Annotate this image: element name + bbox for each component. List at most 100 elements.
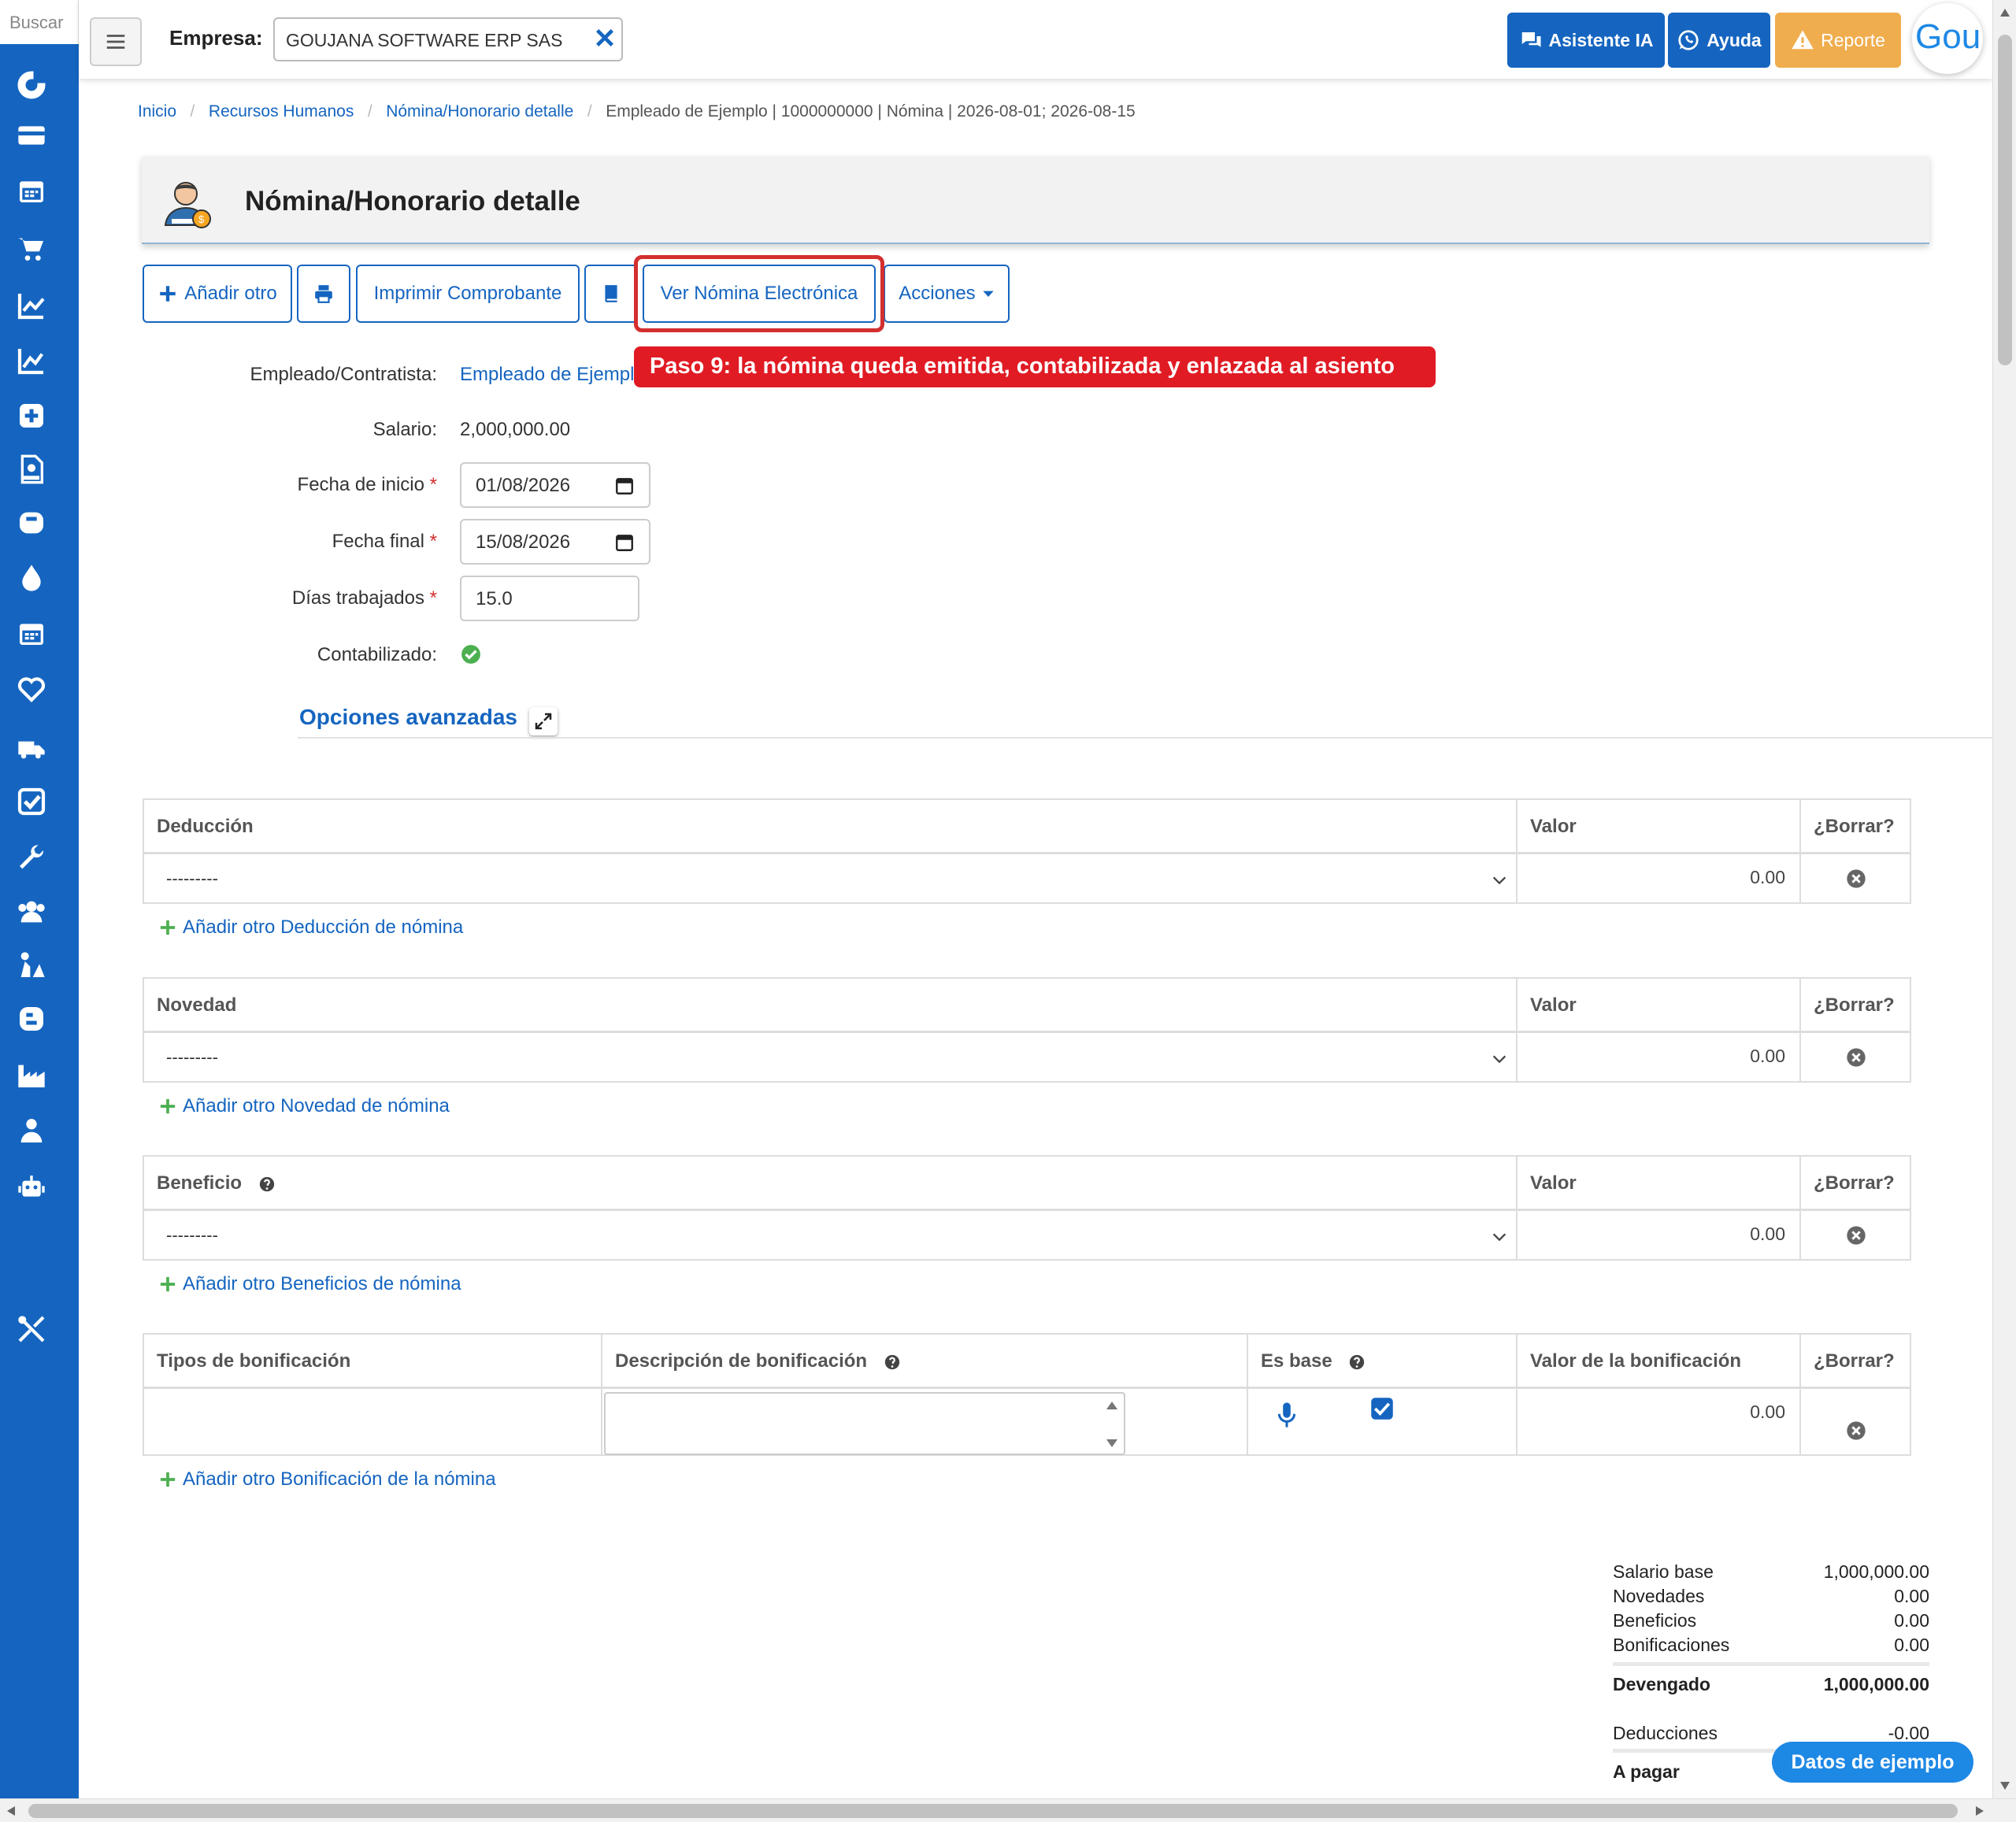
es-base-checkbox[interactable] — [1370, 1397, 1394, 1420]
beneficio-valor-input[interactable]: 0.00 — [1518, 1211, 1801, 1261]
add-beneficio-link[interactable]: Añadir otro Beneficios de nómina — [159, 1273, 461, 1295]
deduccion-select[interactable]: --------- — [144, 854, 1518, 904]
calendar-picker-icon[interactable] — [614, 532, 635, 553]
days-worked-label: Días trabajados * — [122, 587, 437, 609]
novedad-table: Novedad Valor ¿Borrar? --------- 0.00 — [143, 977, 1911, 1083]
reporte-button[interactable]: Reporte — [1775, 13, 1901, 68]
book-icon — [605, 285, 617, 302]
beneficio-select[interactable]: --------- — [144, 1211, 1518, 1261]
add-deduccion-link[interactable]: Añadir otro Deducción de nómina — [159, 917, 463, 939]
worker-icon[interactable] — [14, 948, 49, 983]
empresa-select[interactable]: GOUJANA SOFTWARE ERP SAS — [273, 17, 623, 61]
help-icon[interactable] — [884, 1354, 901, 1371]
robot-icon[interactable] — [14, 1170, 49, 1205]
factory-icon[interactable] — [14, 1058, 49, 1093]
total-label: Novedades — [1613, 1586, 1705, 1606]
novedad-valor-input[interactable]: 0.00 — [1518, 1033, 1801, 1083]
credit-card-icon[interactable] — [14, 118, 49, 153]
tools-icon[interactable] — [14, 1312, 49, 1346]
scroll-up-icon[interactable] — [1999, 8, 2010, 17]
th-valor-bonificacion: Valor de la bonificación — [1518, 1335, 1801, 1387]
truck-icon[interactable] — [14, 731, 49, 765]
horizontal-scroll-thumb[interactable] — [28, 1804, 1958, 1818]
print-voucher-button[interactable]: Imprimir Comprobante — [356, 265, 580, 323]
delete-row-icon[interactable] — [1845, 1046, 1867, 1068]
advanced-options-title[interactable]: Opciones avanzadas — [299, 705, 517, 730]
hamburger-menu-button[interactable] — [90, 17, 142, 66]
calendar-icon[interactable] — [14, 173, 49, 208]
salary-label: Salario: — [372, 419, 437, 440]
clear-empresa-icon[interactable] — [592, 25, 617, 50]
tooth-icon[interactable] — [14, 505, 49, 540]
novedad-valor: 0.00 — [1750, 1046, 1785, 1066]
scroll-down-icon[interactable] — [1999, 1781, 2010, 1791]
scroll-left-icon[interactable] — [6, 1805, 16, 1816]
plus-square-icon[interactable] — [14, 398, 49, 433]
deduccion-valor: 0.00 — [1750, 867, 1785, 887]
vertical-scrollbar[interactable] — [1992, 0, 2016, 1798]
start-date-label-text: Fecha de inicio — [297, 474, 424, 495]
delete-row-icon[interactable] — [1845, 1420, 1867, 1442]
expand-button[interactable] — [529, 707, 558, 735]
th-es-base: Es base — [1248, 1335, 1518, 1387]
th-tipos-bonificacion: Tipos de bonificación — [144, 1335, 602, 1387]
add-novedad-link[interactable]: Añadir otro Novedad de nómina — [159, 1095, 450, 1117]
add-other-button[interactable]: Añadir otro — [143, 265, 292, 323]
rips-file-icon[interactable] — [14, 452, 49, 487]
total-value: 0.00 — [1894, 1610, 1929, 1631]
doctor-icon[interactable] — [14, 1113, 49, 1148]
descripcion-textarea[interactable] — [604, 1392, 1125, 1455]
help-icon[interactable] — [1348, 1354, 1366, 1371]
spin-down-icon[interactable] — [1105, 1438, 1119, 1449]
horizontal-scrollbar[interactable] — [0, 1798, 2016, 1822]
th-valor: Valor — [1518, 979, 1801, 1031]
start-date-input[interactable]: 01/08/2026 — [460, 462, 650, 508]
actions-dropdown-button[interactable]: Acciones — [884, 265, 1010, 323]
book-button[interactable] — [584, 265, 638, 323]
cart-icon[interactable] — [14, 231, 49, 266]
users-icon[interactable] — [14, 894, 49, 929]
vertical-scroll-thumb[interactable] — [1998, 35, 2012, 365]
droplet-icon[interactable] — [14, 561, 49, 595]
heart-icon[interactable] — [14, 671, 49, 705]
ayuda-button[interactable]: Ayuda — [1668, 13, 1770, 68]
chart-line-icon[interactable] — [14, 288, 49, 323]
th-beneficio-text: Beneficio — [157, 1172, 243, 1194]
breadcrumb-recursos-humanos[interactable]: Recursos Humanos — [209, 102, 354, 120]
delete-row-icon[interactable] — [1845, 1224, 1867, 1246]
sidebar-search[interactable]: Buscar — [0, 0, 79, 44]
print-button[interactable] — [297, 265, 350, 323]
wrench-icon[interactable] — [14, 841, 49, 876]
breadcrumb-separator: / — [180, 102, 205, 120]
plus-green-icon — [160, 1472, 176, 1487]
breadcrumb-nomina-detalle[interactable]: Nómina/Honorario detalle — [386, 102, 573, 120]
th-beneficio: Beneficio — [144, 1157, 1518, 1209]
refresh-icon[interactable] — [14, 68, 49, 102]
calendar-grid-icon[interactable] — [14, 616, 49, 650]
calendar-picker-icon[interactable] — [614, 476, 635, 496]
days-worked-input[interactable]: 15.0 — [460, 576, 639, 621]
tipo-bonificacion-cell[interactable] — [144, 1389, 602, 1456]
bonificacion-valor-input[interactable]: 0.00 — [1518, 1389, 1801, 1456]
blogger-icon[interactable] — [14, 1002, 49, 1036]
end-date-input[interactable]: 15/08/2026 — [460, 519, 650, 565]
end-date-label-text: Fecha final — [332, 531, 424, 552]
asistente-ia-button[interactable]: Asistente IA — [1507, 13, 1665, 68]
payroll-employee-icon: $ — [164, 182, 211, 228]
chart-area-icon[interactable] — [14, 343, 49, 378]
scroll-right-icon[interactable] — [1975, 1805, 1984, 1816]
novedad-select[interactable]: --------- — [144, 1033, 1518, 1083]
total-value: 0.00 — [1894, 1635, 1929, 1655]
deduccion-valor-input[interactable]: 0.00 — [1518, 854, 1801, 904]
check-circle-icon — [461, 645, 480, 664]
devengado-value: 1,000,000.00 — [1823, 1674, 1929, 1694]
beneficio-select-value: --------- — [166, 1225, 218, 1245]
delete-row-icon[interactable] — [1845, 868, 1867, 890]
breadcrumb-inicio[interactable]: Inicio — [138, 102, 176, 120]
add-bonificacion-link[interactable]: Añadir otro Bonificación de la nómina — [159, 1468, 496, 1491]
help-icon[interactable] — [258, 1176, 276, 1193]
spin-up-icon[interactable] — [1105, 1400, 1119, 1411]
sample-data-badge[interactable]: Datos de ejemplo — [1772, 1742, 1973, 1783]
employee-link[interactable]: Empleado de Ejempl — [460, 364, 634, 386]
checkbox-icon[interactable] — [14, 784, 49, 819]
